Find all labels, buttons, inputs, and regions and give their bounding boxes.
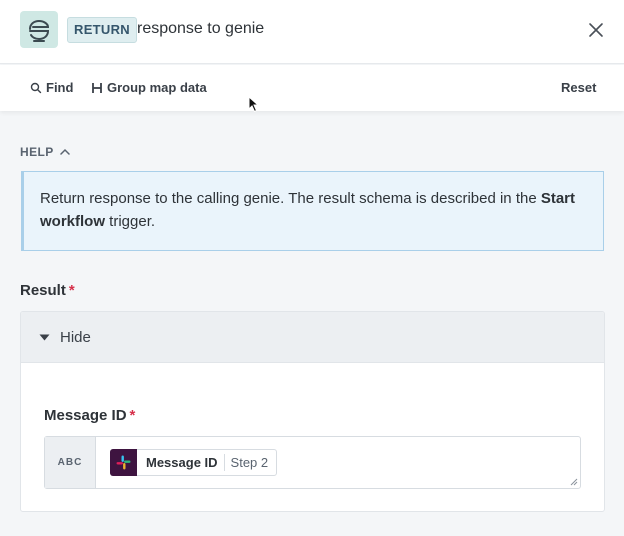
- help-text-end: trigger.: [105, 213, 156, 230]
- result-label: Result *: [20, 282, 75, 299]
- required-marker: *: [129, 407, 136, 424]
- result-panel: Hide Message ID * ABC Message ID Step 2: [20, 311, 605, 512]
- genie-logo-icon: [20, 11, 58, 48]
- slack-icon: [110, 449, 137, 476]
- group-map-data-label: Group map data: [107, 80, 207, 95]
- return-badge: RETURN: [67, 17, 137, 43]
- help-toggle-label: HELP: [20, 145, 54, 159]
- find-label: Find: [46, 80, 74, 95]
- help-toggle[interactable]: HELP: [20, 145, 70, 159]
- find-button[interactable]: Find: [30, 80, 73, 95]
- type-tag: ABC: [45, 437, 96, 488]
- resize-handle-icon[interactable]: [569, 477, 578, 486]
- datapill-name: Message ID: [146, 455, 218, 470]
- close-icon: [589, 23, 603, 37]
- result-label-text: Result: [20, 282, 66, 299]
- message-id-label-text: Message ID: [44, 407, 127, 424]
- mouse-cursor-icon: [248, 96, 259, 113]
- help-text-intro: Return response to the calling genie. Th…: [40, 190, 541, 207]
- hide-toggle[interactable]: Hide: [21, 312, 604, 363]
- step-title[interactable]: response to genie: [137, 20, 264, 38]
- group-icon: [92, 82, 102, 93]
- help-description: Return response to the calling genie. Th…: [21, 171, 604, 251]
- reset-button[interactable]: Reset: [561, 80, 596, 95]
- chevron-up-icon: [59, 148, 70, 155]
- hide-label: Hide: [60, 328, 91, 346]
- caret-down-icon: [39, 334, 50, 340]
- toolbar: Find Group map data Reset: [0, 65, 624, 111]
- close-button[interactable]: [584, 18, 608, 42]
- dialog-header: RETURN response to genie: [0, 0, 624, 64]
- message-id-field[interactable]: ABC Message ID Step 2: [44, 436, 581, 489]
- group-map-data-button[interactable]: Group map data: [91, 80, 207, 95]
- message-id-label: Message ID *: [44, 407, 135, 424]
- search-icon: [30, 82, 42, 93]
- datapill-message-id[interactable]: Message ID Step 2: [110, 449, 278, 476]
- datapill-step: Step 2: [230, 455, 269, 470]
- required-marker: *: [68, 282, 75, 299]
